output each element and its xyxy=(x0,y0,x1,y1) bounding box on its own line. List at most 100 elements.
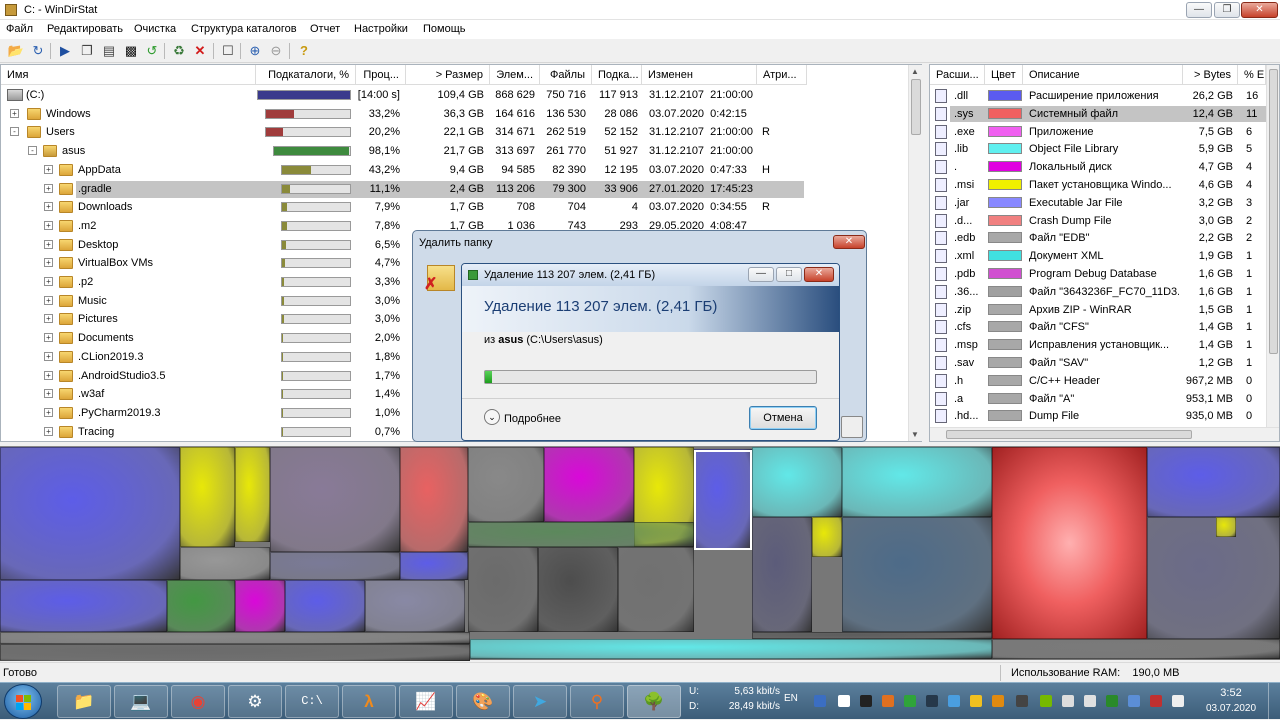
treemap-block[interactable] xyxy=(842,517,992,632)
treemap-block[interactable] xyxy=(0,632,470,644)
col-items[interactable]: Элем... xyxy=(490,65,540,85)
treemap-block[interactable] xyxy=(365,580,465,632)
console-taskbar-icon[interactable]: C:\ xyxy=(285,685,339,718)
expand-toggle[interactable]: + xyxy=(44,258,53,268)
nvidia-icon[interactable] xyxy=(1040,695,1052,707)
extension-row[interactable]: .d... Crash Dump File 3,0 GB 2 xyxy=(930,212,1266,231)
treemap-block[interactable] xyxy=(400,552,468,580)
recycle-icon[interactable]: ♻ xyxy=(170,42,188,60)
expand-toggle[interactable]: - xyxy=(10,127,19,137)
delete-icon[interactable]: ✕ xyxy=(191,42,209,60)
treemap-block[interactable] xyxy=(180,447,235,547)
minimize-button[interactable]: — xyxy=(1186,2,1212,18)
warning-icon[interactable] xyxy=(970,695,982,707)
treemap-block[interactable] xyxy=(752,447,842,517)
treemap-block[interactable] xyxy=(992,639,1280,659)
extension-row[interactable]: .sys Системный файл 12,4 GB 11 xyxy=(930,105,1266,124)
col-color[interactable]: Цвет xyxy=(985,65,1023,85)
expand-toggle[interactable]: - xyxy=(28,146,37,156)
expand-toggle[interactable]: + xyxy=(44,370,53,380)
col-extension[interactable]: Расши... xyxy=(930,65,985,85)
col-subdir-pct[interactable]: Подкаталоги, % xyxy=(256,65,356,85)
extension-row[interactable]: .msi Пакет установщика Windo... 4,6 GB 4 xyxy=(930,176,1266,195)
zoom-out-icon[interactable]: ⊖ xyxy=(267,42,285,60)
treemap-block[interactable] xyxy=(0,580,167,632)
details-toggle[interactable]: Подробнее xyxy=(504,413,561,425)
cloud-icon[interactable] xyxy=(838,695,850,707)
expand-toggle[interactable]: + xyxy=(44,314,53,324)
expand-toggle[interactable]: + xyxy=(44,351,53,361)
tree-row[interactable]: - asus 98,1% 21,7 GB 313 697 261 770 51 927 31.… xyxy=(1,142,909,161)
orange-app-icon[interactable] xyxy=(992,695,1004,707)
steam-taskbar-icon[interactable]: ⚙ xyxy=(228,685,282,718)
tree-row[interactable]: + Downloads 7,9% 1,7 GB 708 704 4 03.07.2020 0:… xyxy=(1,198,909,217)
extension-row[interactable]: .36... Файл "3643236F_FC70_11D3... 1,6 GB 1 xyxy=(930,283,1266,302)
progress-maximize[interactable]: □ xyxy=(776,267,802,282)
treemap-block[interactable] xyxy=(992,447,1147,639)
extension-row[interactable]: .msp Исправления установщик... 1,4 GB 1 xyxy=(930,336,1266,355)
ext-scrollbar[interactable] xyxy=(1266,65,1279,427)
treemap-block[interactable] xyxy=(235,447,270,542)
treemap[interactable] xyxy=(0,446,1280,661)
wifi-icon[interactable] xyxy=(1172,695,1184,707)
extension-row[interactable]: .pdb Program Debug Database 1,6 GB 1 xyxy=(930,265,1266,284)
paint-taskbar-icon[interactable]: 🎨 xyxy=(456,685,510,718)
progress-minimize[interactable]: — xyxy=(748,267,774,282)
tray-app-icon[interactable] xyxy=(1128,695,1140,707)
extension-row[interactable]: .edb Файл "EDB" 2,2 GB 2 xyxy=(930,229,1266,248)
cancel-button[interactable]: Отмена xyxy=(749,406,817,430)
half-life-taskbar-icon[interactable]: λ xyxy=(342,685,396,718)
extension-row[interactable]: .zip Архив ZIP - WinRAR 1,5 GB 1 xyxy=(930,301,1266,320)
treemap-block[interactable] xyxy=(538,547,618,632)
tree-row[interactable]: - Users 20,2% 22,1 GB 314 671 262 519 52 152 31… xyxy=(1,123,909,142)
expand-toggle[interactable]: + xyxy=(44,183,53,193)
refresh-icon[interactable]: ↺ xyxy=(143,42,161,60)
col-files[interactable]: Файлы xyxy=(540,65,592,85)
col-description[interactable]: Описание xyxy=(1023,65,1183,85)
treemap-block[interactable] xyxy=(470,639,992,659)
bluetooth-icon[interactable] xyxy=(814,695,826,707)
treemap-block[interactable] xyxy=(544,447,634,522)
refresh-all-icon[interactable]: ↻ xyxy=(29,42,47,60)
zoom-in-icon[interactable]: ⊕ xyxy=(246,42,264,60)
remote-desktop-taskbar-icon[interactable]: 💻 xyxy=(114,685,168,718)
open-icon[interactable]: 📂 xyxy=(7,42,25,60)
telegram-taskbar-icon[interactable]: ➤ xyxy=(513,685,567,718)
treemap-block[interactable] xyxy=(285,580,365,632)
treemap-block[interactable] xyxy=(842,447,992,517)
chrome-taskbar-icon[interactable]: ◉ xyxy=(171,685,225,718)
extension-row[interactable]: .xml Документ XML 1,9 GB 1 xyxy=(930,247,1266,266)
search-tray-icon[interactable] xyxy=(882,695,894,707)
close-button[interactable]: ✕ xyxy=(1241,2,1278,18)
windirstat-taskbar-icon[interactable]: 🌳 xyxy=(627,685,681,718)
menu-help[interactable]: Помощь xyxy=(423,23,466,35)
treemap-block[interactable] xyxy=(1147,517,1280,639)
treemap-block[interactable] xyxy=(167,580,235,632)
extension-row[interactable]: .lib Object File Library 5,9 GB 5 xyxy=(930,140,1266,159)
flag-icon[interactable] xyxy=(1106,695,1118,707)
col-pct[interactable]: Проц... xyxy=(356,65,406,85)
tree-scrollbar[interactable]: ▲ ▼ xyxy=(908,65,922,441)
treemap-block[interactable] xyxy=(468,522,694,547)
show-desktop-button[interactable] xyxy=(1268,683,1280,720)
ext-hscrollbar[interactable] xyxy=(930,427,1279,441)
extension-row[interactable]: .sav Файл "SAV" 1,2 GB 1 xyxy=(930,354,1266,373)
tree-row[interactable]: (C:) [14:00 s] 109,4 GB 868 629 750 716 117 9… xyxy=(1,86,909,105)
col-pct-e[interactable]: % E xyxy=(1238,65,1266,85)
play-icon[interactable]: ▶ xyxy=(56,42,74,60)
col-size[interactable]: > Размер xyxy=(406,65,490,85)
extension-row[interactable]: .exe Приложение 7,5 GB 6 xyxy=(930,123,1266,142)
menu-tree[interactable]: Структура каталогов xyxy=(191,23,297,35)
extension-row[interactable]: .dll Расширение приложения 26,2 GB 16 xyxy=(930,87,1266,106)
col-subdirs[interactable]: Подка... xyxy=(592,65,642,85)
menu-report[interactable]: Отчет xyxy=(310,23,340,35)
expand-toggle[interactable]: + xyxy=(44,333,53,343)
expand-toggle[interactable]: + xyxy=(44,295,53,305)
col-modified[interactable]: Изменен xyxy=(642,65,757,85)
expand-toggle[interactable]: + xyxy=(44,389,53,399)
extension-row[interactable]: .hd... Dump File 935,0 MB 0 xyxy=(930,407,1266,426)
treemap-block[interactable] xyxy=(235,580,285,632)
start-button[interactable] xyxy=(4,684,42,719)
treemap-block[interactable] xyxy=(752,632,992,639)
progress-close[interactable]: ✕ xyxy=(804,267,834,282)
